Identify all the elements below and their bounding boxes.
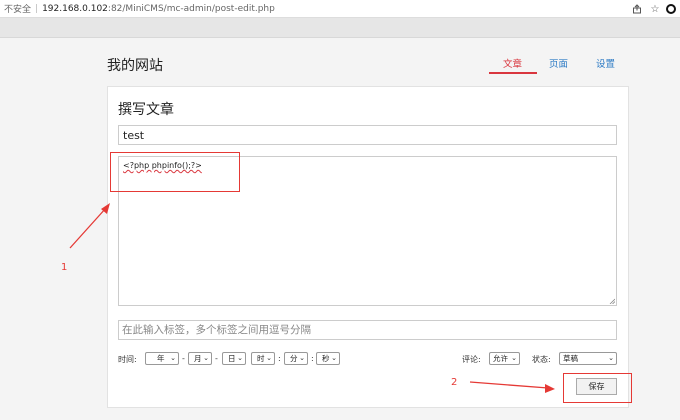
- year-select-value: 年: [157, 354, 165, 363]
- profile-icon[interactable]: [666, 4, 676, 14]
- browser-actions: ☆: [630, 0, 680, 18]
- nav-articles[interactable]: 文章: [503, 56, 522, 70]
- insecure-label: 不安全: [4, 5, 32, 15]
- second-select-value: 秒: [322, 354, 330, 363]
- time-separator: :: [311, 354, 314, 363]
- chevron-down-icon: ⌄: [170, 354, 176, 362]
- comment-select-value: 允许: [493, 354, 508, 363]
- nav-settings[interactable]: 设置: [596, 56, 615, 70]
- chevron-down-icon: ⌄: [299, 354, 305, 362]
- hour-select-value: 时: [257, 354, 265, 363]
- chevron-down-icon: ⌄: [511, 354, 517, 362]
- chevron-down-icon: ⌄: [203, 354, 209, 362]
- chevron-down-icon: ⌄: [237, 354, 243, 362]
- save-button[interactable]: 保存: [576, 378, 617, 395]
- month-select-value: 月: [194, 354, 202, 363]
- date-separator: -: [182, 354, 185, 363]
- address-bar[interactable]: 不安全 | 192.168.0.102:82/MiniCMS/mc-admin/…: [0, 0, 680, 18]
- tags-input[interactable]: [118, 320, 617, 340]
- status-select[interactable]: 草稿 ⌄: [559, 352, 617, 365]
- annotation-number-1: 1: [61, 262, 68, 273]
- post-title-input[interactable]: [118, 125, 617, 145]
- nav-pages[interactable]: 页面: [549, 56, 568, 70]
- annotation-number-2: 2: [451, 377, 458, 388]
- second-select[interactable]: 秒 ⌄: [316, 352, 340, 365]
- year-select[interactable]: 年 ⌄: [145, 352, 179, 365]
- minute-select[interactable]: 分 ⌄: [284, 352, 308, 365]
- url-host: 192.168.0.102: [42, 3, 108, 14]
- day-select[interactable]: 日 ⌄: [222, 352, 246, 365]
- bookmark-star-icon[interactable]: ☆: [648, 2, 662, 16]
- site-title: 我的网站: [107, 58, 163, 74]
- minute-select-value: 分: [290, 354, 298, 363]
- post-content-textarea[interactable]: <?php phpinfo();?>: [118, 156, 617, 306]
- browser-toolbar-strip: [0, 18, 680, 38]
- chevron-down-icon: ⌄: [331, 354, 337, 362]
- time-label: 时间:: [118, 355, 137, 364]
- status-select-value: 草稿: [563, 354, 578, 363]
- status-label: 状态:: [532, 355, 551, 364]
- nav-active-underline: [489, 72, 537, 74]
- chevron-down-icon: ⌄: [608, 354, 614, 362]
- time-separator: :: [278, 354, 281, 363]
- url-separator: |: [35, 3, 39, 14]
- month-select[interactable]: 月 ⌄: [188, 352, 212, 365]
- day-select-value: 日: [228, 354, 236, 363]
- chevron-down-icon: ⌄: [266, 354, 272, 362]
- date-separator: -: [215, 354, 218, 363]
- comment-label: 评论:: [462, 355, 481, 364]
- share-icon[interactable]: [630, 2, 644, 16]
- comment-select[interactable]: 允许 ⌄: [489, 352, 520, 365]
- url-path: :82/MiniCMS/mc-admin/post-edit.php: [107, 3, 275, 14]
- hour-select[interactable]: 时 ⌄: [251, 352, 275, 365]
- page-title: 撰写文章: [118, 102, 174, 118]
